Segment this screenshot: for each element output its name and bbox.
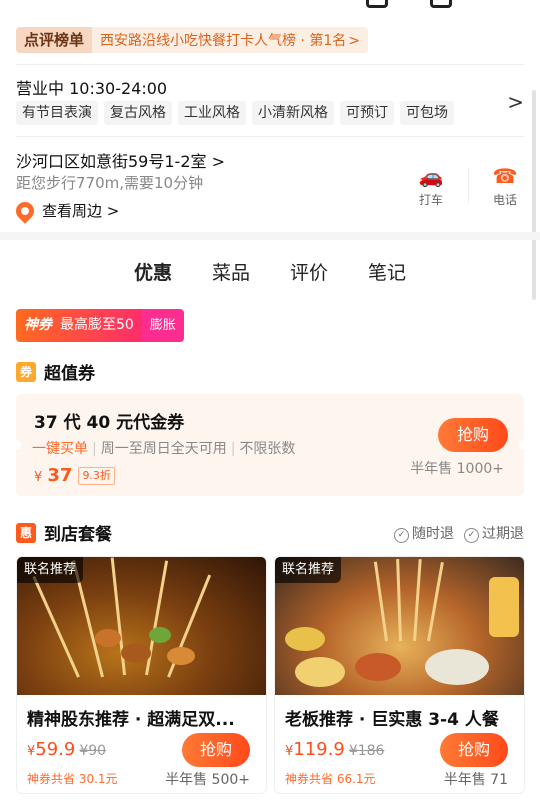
section-title: 到店套餐 <box>44 525 112 545</box>
original-price: ¥90 <box>79 743 107 759</box>
super-coupon-text: 最高膨至50 <box>60 317 134 333</box>
package-photo: 联名推荐 <box>17 557 266 695</box>
packages-heading: 惠 到店套餐 <box>16 520 112 545</box>
package-title: 老板推荐 · 巨实惠 3-4 人餐 <box>285 710 499 730</box>
car-icon: 🚗 <box>418 164 444 188</box>
ticket-notch <box>519 440 529 450</box>
sold-count: 半年售 71 <box>443 772 508 788</box>
share-icon[interactable] <box>366 0 388 8</box>
package-title: 精神股东推荐 · 超满足双... <box>27 710 235 730</box>
section-separator <box>0 232 540 240</box>
ranking-tag: 点评榜单 <box>16 27 93 53</box>
refund-anytime: 随时退 <box>394 523 454 543</box>
super-coupon-main: 神券 最高膨至50 <box>16 309 142 342</box>
package-card[interactable]: 联名推荐 老板推荐 · 巨实惠 3-4 人餐 ¥119.9 ¥186 抢购 神券… <box>274 556 525 794</box>
feature-tag: 工业风格 <box>178 101 246 125</box>
package-photo: 联名推荐 <box>275 557 524 695</box>
divider <box>468 168 469 204</box>
address-link[interactable]: 沙河口区如意街59号1-2室 > <box>16 148 225 172</box>
ticket-notch <box>11 440 21 450</box>
ranking-text: 西安路沿线小吃快餐打卡人气榜 · 第1名 > <box>100 33 361 49</box>
voucher-terms: 一键买单 | 周一至周日全天可用 | 不限张数 <box>32 441 296 457</box>
expand-button[interactable]: 膨胀 <box>141 309 184 342</box>
sold-count: 半年售 1000+ <box>410 461 504 477</box>
value-coupon-heading: 券 超值券 <box>16 359 95 384</box>
chevron-right-icon: > <box>348 33 361 49</box>
joint-recommend-tag: 联名推荐 <box>275 557 342 583</box>
package-card[interactable]: 联名推荐 精神股东推荐 · 超满足双... ¥59.9 ¥90 抢购 神券共省 … <box>16 556 267 794</box>
nearby-label: 查看周边 > <box>42 202 120 220</box>
location-pin-icon <box>12 197 38 224</box>
feature-tag: 可预订 <box>340 101 394 125</box>
phone-button[interactable]: ☎ 电话 <box>480 163 530 208</box>
feature-tag: 复古风格 <box>104 101 172 125</box>
savings-label: 神券共省 30.1元 <box>27 772 118 786</box>
voucher-title: 37 代 40 元代金券 <box>34 413 185 433</box>
super-coupon-banner[interactable]: 神券 最高膨至50 膨胀 <box>16 309 184 342</box>
tab-dishes[interactable]: 菜品 <box>212 258 250 291</box>
buy-package-button[interactable]: 抢购 <box>182 733 250 767</box>
phone-label: 电话 <box>492 193 517 207</box>
super-coupon-badge: 神券 <box>24 317 52 333</box>
refund-expired: 过期退 <box>464 523 524 543</box>
phone-icon: ☎ <box>492 164 518 188</box>
taxi-label: 打车 <box>418 193 443 207</box>
sold-count: 半年售 500+ <box>165 772 250 788</box>
voucher-price: ¥ 37 9.3折 <box>34 465 115 486</box>
feature-tag: 小清新风格 <box>252 101 334 125</box>
feature-tags: 有节目表演 复古风格 工业风格 小清新风格 可预订 可包场 <box>16 101 454 125</box>
chevron-right-icon[interactable]: > <box>507 90 524 114</box>
tab-reviews[interactable]: 评价 <box>290 258 328 291</box>
more-icon[interactable] <box>430 0 452 8</box>
feature-tag: 可包场 <box>400 101 454 125</box>
divider <box>16 64 524 65</box>
buy-package-button[interactable]: 抢购 <box>440 733 508 767</box>
joint-recommend-tag: 联名推荐 <box>17 557 84 583</box>
buy-voucher-button[interactable]: 抢购 <box>438 418 508 452</box>
section-title: 超值券 <box>44 364 95 384</box>
feature-tag: 有节目表演 <box>16 101 98 125</box>
one-click-pay-label: 一键买单 <box>32 441 88 457</box>
tab-bar: 优惠 菜品 评价 笔记 <box>0 258 540 291</box>
tab-notes[interactable]: 笔记 <box>368 258 406 291</box>
voucher-card[interactable]: 37 代 40 元代金券 一键买单 | 周一至周日全天可用 | 不限张数 ¥ 37 9.… <box>11 394 529 496</box>
taxi-button[interactable]: 🚗 打车 <box>406 163 456 208</box>
refund-policy: 随时退 过期退 <box>394 523 524 543</box>
discount-badge: 9.3折 <box>78 466 115 485</box>
tab-deals[interactable]: 优惠 <box>133 258 172 291</box>
package-price: ¥59.9 ¥90 <box>27 739 107 760</box>
usage-time: 周一至周日全天可用 <box>100 441 227 457</box>
top-toolbar <box>0 0 540 22</box>
divider <box>16 136 524 137</box>
ranking-banner[interactable]: 点评榜单 西安路沿线小吃快餐打卡人气榜 · 第1名 > <box>16 27 369 53</box>
deal-icon: 惠 <box>16 522 36 543</box>
business-hours: 营业中 10:30-24:00 <box>16 79 168 98</box>
usage-limit: 不限张数 <box>239 441 296 457</box>
package-price: ¥119.9 ¥186 <box>285 739 385 760</box>
walking-distance: 距您步行770m,需要10分钟 <box>16 174 204 192</box>
savings-label: 神券共省 66.1元 <box>285 772 376 786</box>
original-price: ¥186 <box>348 743 385 759</box>
nearby-link[interactable]: 查看周边 > <box>12 197 120 224</box>
coupon-icon: 券 <box>16 361 36 382</box>
